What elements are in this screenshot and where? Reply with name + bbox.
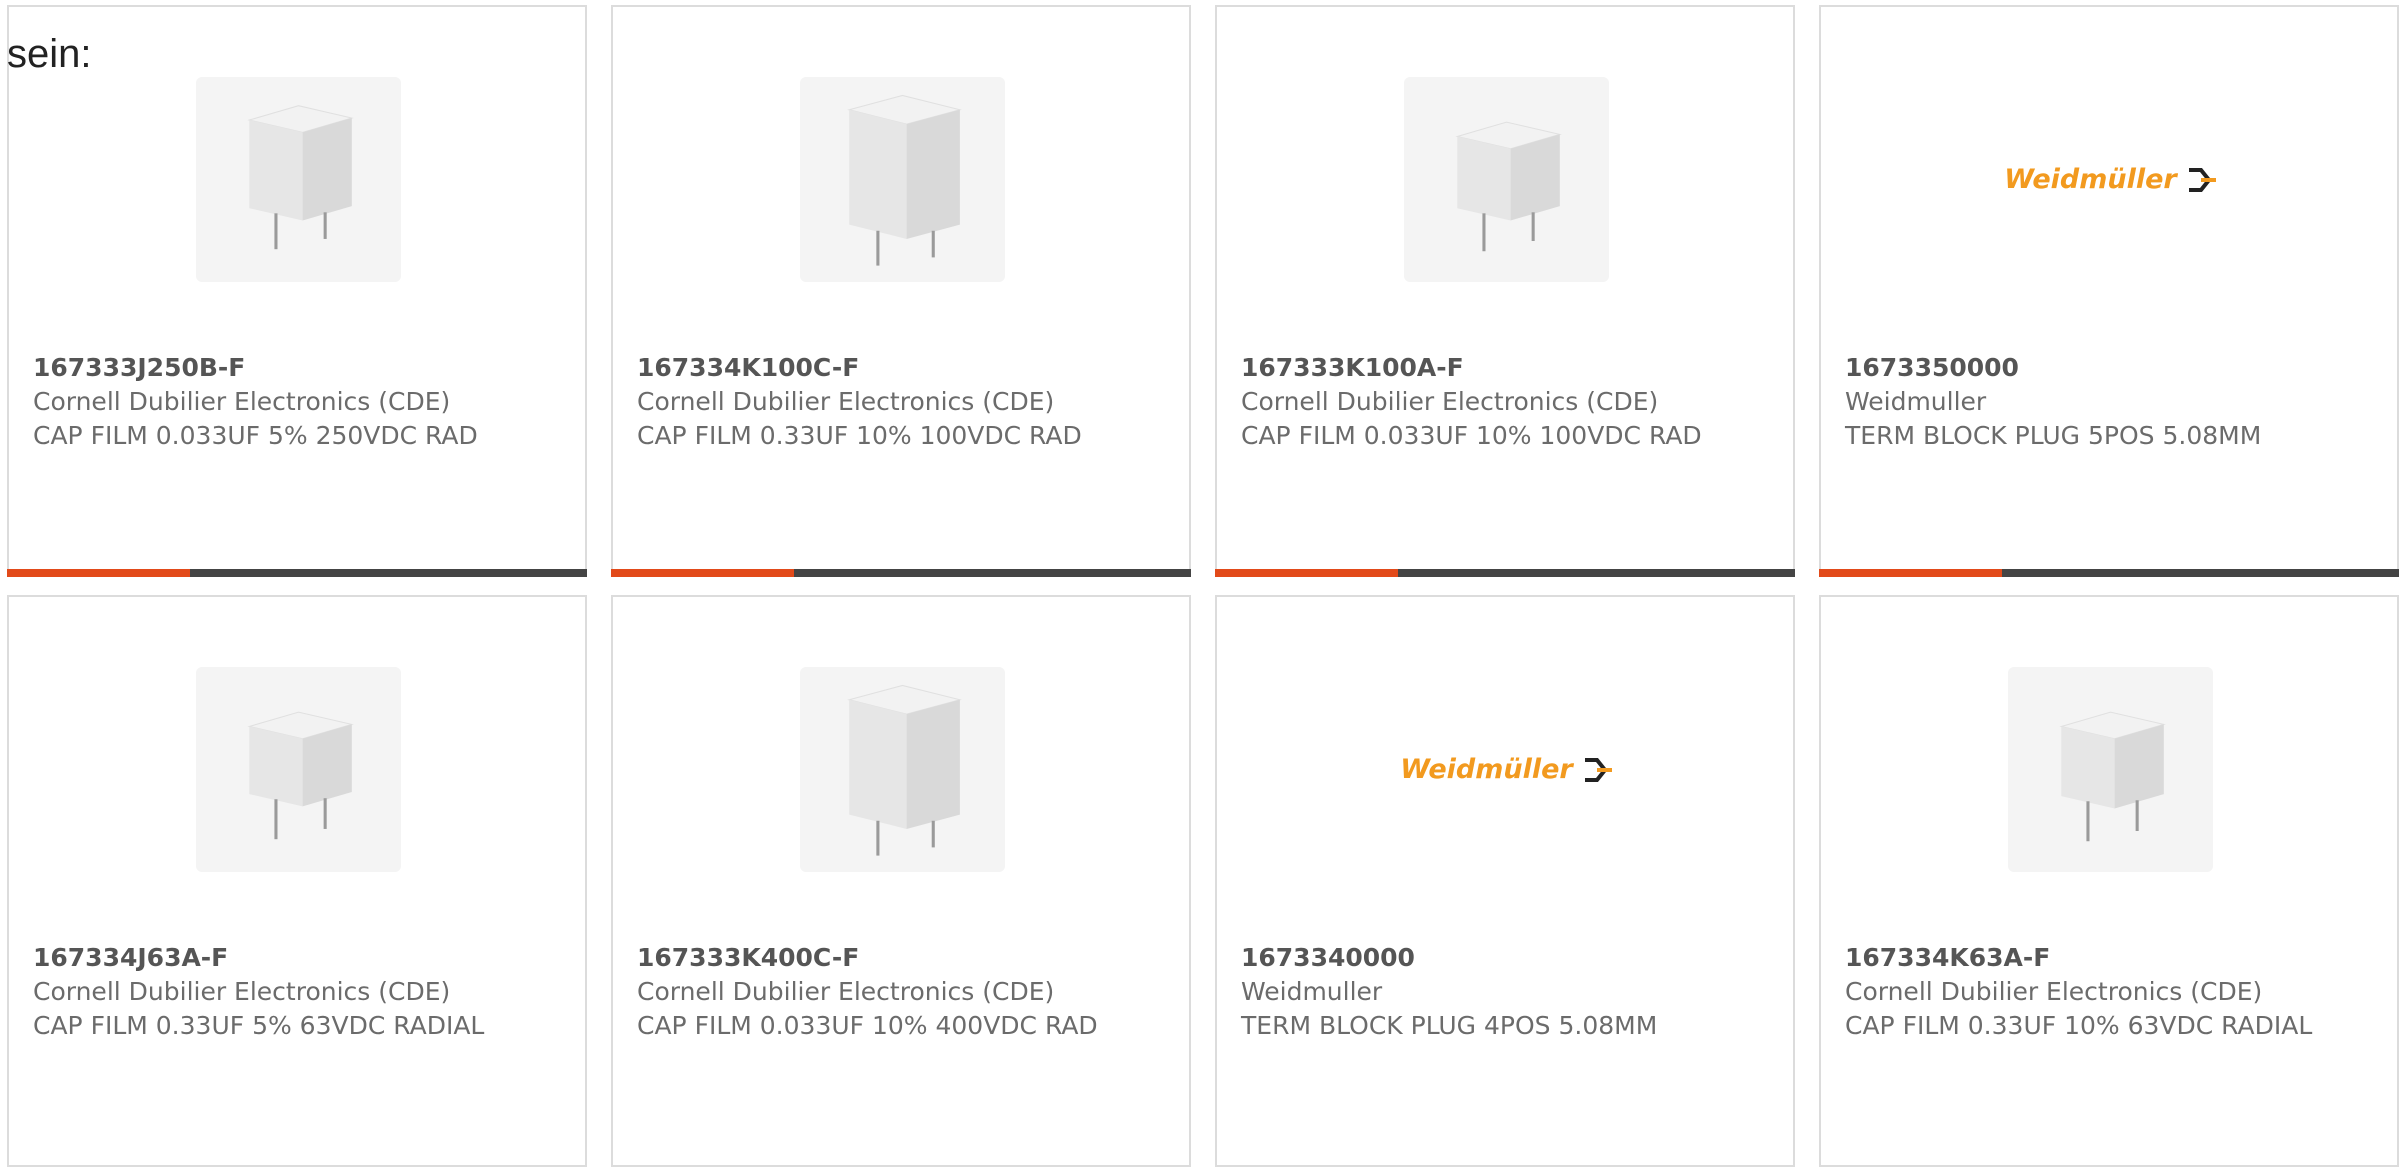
card-bar-accent [7,569,190,577]
weidmuller-cross-icon [2188,167,2216,192]
product-card[interactable]: Weidmüller 1673350000 Weidmuller TERM BL… [1819,5,2399,577]
weidmuller-logo: Weidmüller [1400,667,1612,872]
part-number[interactable]: 167334K100C-F [637,351,1169,385]
product-description: TERM BLOCK PLUG 5POS 5.08MM [1845,421,2262,450]
manufacturer: Cornell Dubilier Electronics (CDE) [637,977,1055,1006]
card-bar-accent [1819,569,2002,577]
weidmuller-cross-icon [1584,757,1612,782]
product-grid: 167333J250B-F Cornell Dubilier Electroni… [7,5,2400,1167]
manufacturer: Cornell Dubilier Electronics (CDE) [637,387,1055,416]
product-description: CAP FILM 0.33UF 5% 63VDC RADIAL [33,1011,485,1040]
manufacturer: Weidmuller [1241,977,1383,1006]
product-info: 167334K100C-F Cornell Dubilier Electroni… [637,351,1169,453]
product-card[interactable]: 167334K63A-F Cornell Dubilier Electronic… [1819,595,2399,1167]
manufacturer: Cornell Dubilier Electronics (CDE) [33,387,451,416]
product-description: CAP FILM 0.33UF 10% 100VDC RAD [637,421,1082,450]
film-capacitor-image [800,77,1005,282]
intro-text: sein: [7,32,92,76]
part-number[interactable]: 1673350000 [1845,351,2377,385]
film-capacitor-image [196,77,401,282]
film-capacitor-image [800,667,1005,872]
manufacturer: Cornell Dubilier Electronics (CDE) [1241,387,1659,416]
card-bottom-bar [1819,569,2399,577]
product-description: CAP FILM 0.033UF 5% 250VDC RAD [33,421,478,450]
product-info: 167333K400C-F Cornell Dubilier Electroni… [637,941,1169,1043]
product-info: 167334J63A-F Cornell Dubilier Electronic… [33,941,565,1043]
manufacturer: Cornell Dubilier Electronics (CDE) [33,977,451,1006]
part-number[interactable]: 167334K63A-F [1845,941,2377,975]
part-number[interactable]: 167333J250B-F [33,351,565,385]
logo-text: Weidmüller [1400,754,1573,785]
part-number[interactable]: 167334J63A-F [33,941,565,975]
film-capacitor-image [1404,77,1609,282]
product-info: 167333J250B-F Cornell Dubilier Electroni… [33,351,565,453]
film-capacitor-image [2008,667,2213,872]
part-number[interactable]: 167333K400C-F [637,941,1169,975]
card-bottom-bar [1215,569,1795,577]
product-card[interactable]: 167334J63A-F Cornell Dubilier Electronic… [7,595,587,1167]
product-card[interactable]: 167333J250B-F Cornell Dubilier Electroni… [7,5,587,577]
product-info: 167333K100A-F Cornell Dubilier Electroni… [1241,351,1773,453]
product-card[interactable]: 167333K400C-F Cornell Dubilier Electroni… [611,595,1191,1167]
product-info: 1673340000 Weidmuller TERM BLOCK PLUG 4P… [1241,941,1773,1043]
product-card[interactable]: 167333K100A-F Cornell Dubilier Electroni… [1215,5,1795,577]
card-bottom-bar [7,569,587,577]
product-card[interactable]: 167334K100C-F Cornell Dubilier Electroni… [611,5,1191,577]
logo-text: Weidmüller [2004,164,2177,195]
card-bar-accent [1215,569,1398,577]
manufacturer: Cornell Dubilier Electronics (CDE) [1845,977,2263,1006]
card-bottom-bar [611,569,1191,577]
part-number[interactable]: 1673340000 [1241,941,1773,975]
manufacturer: Weidmuller [1845,387,1987,416]
product-description: CAP FILM 0.033UF 10% 400VDC RAD [637,1011,1098,1040]
product-description: CAP FILM 0.033UF 10% 100VDC RAD [1241,421,1702,450]
card-bar-accent [611,569,794,577]
product-card[interactable]: Weidmüller 1673340000 Weidmuller TERM BL… [1215,595,1795,1167]
weidmuller-logo: Weidmüller [2004,77,2216,282]
film-capacitor-image [196,667,401,872]
product-info: 1673350000 Weidmuller TERM BLOCK PLUG 5P… [1845,351,2377,453]
product-description: CAP FILM 0.33UF 10% 63VDC RADIAL [1845,1011,2313,1040]
product-info: 167334K63A-F Cornell Dubilier Electronic… [1845,941,2377,1043]
product-description: TERM BLOCK PLUG 4POS 5.08MM [1241,1011,1658,1040]
part-number[interactable]: 167333K100A-F [1241,351,1773,385]
